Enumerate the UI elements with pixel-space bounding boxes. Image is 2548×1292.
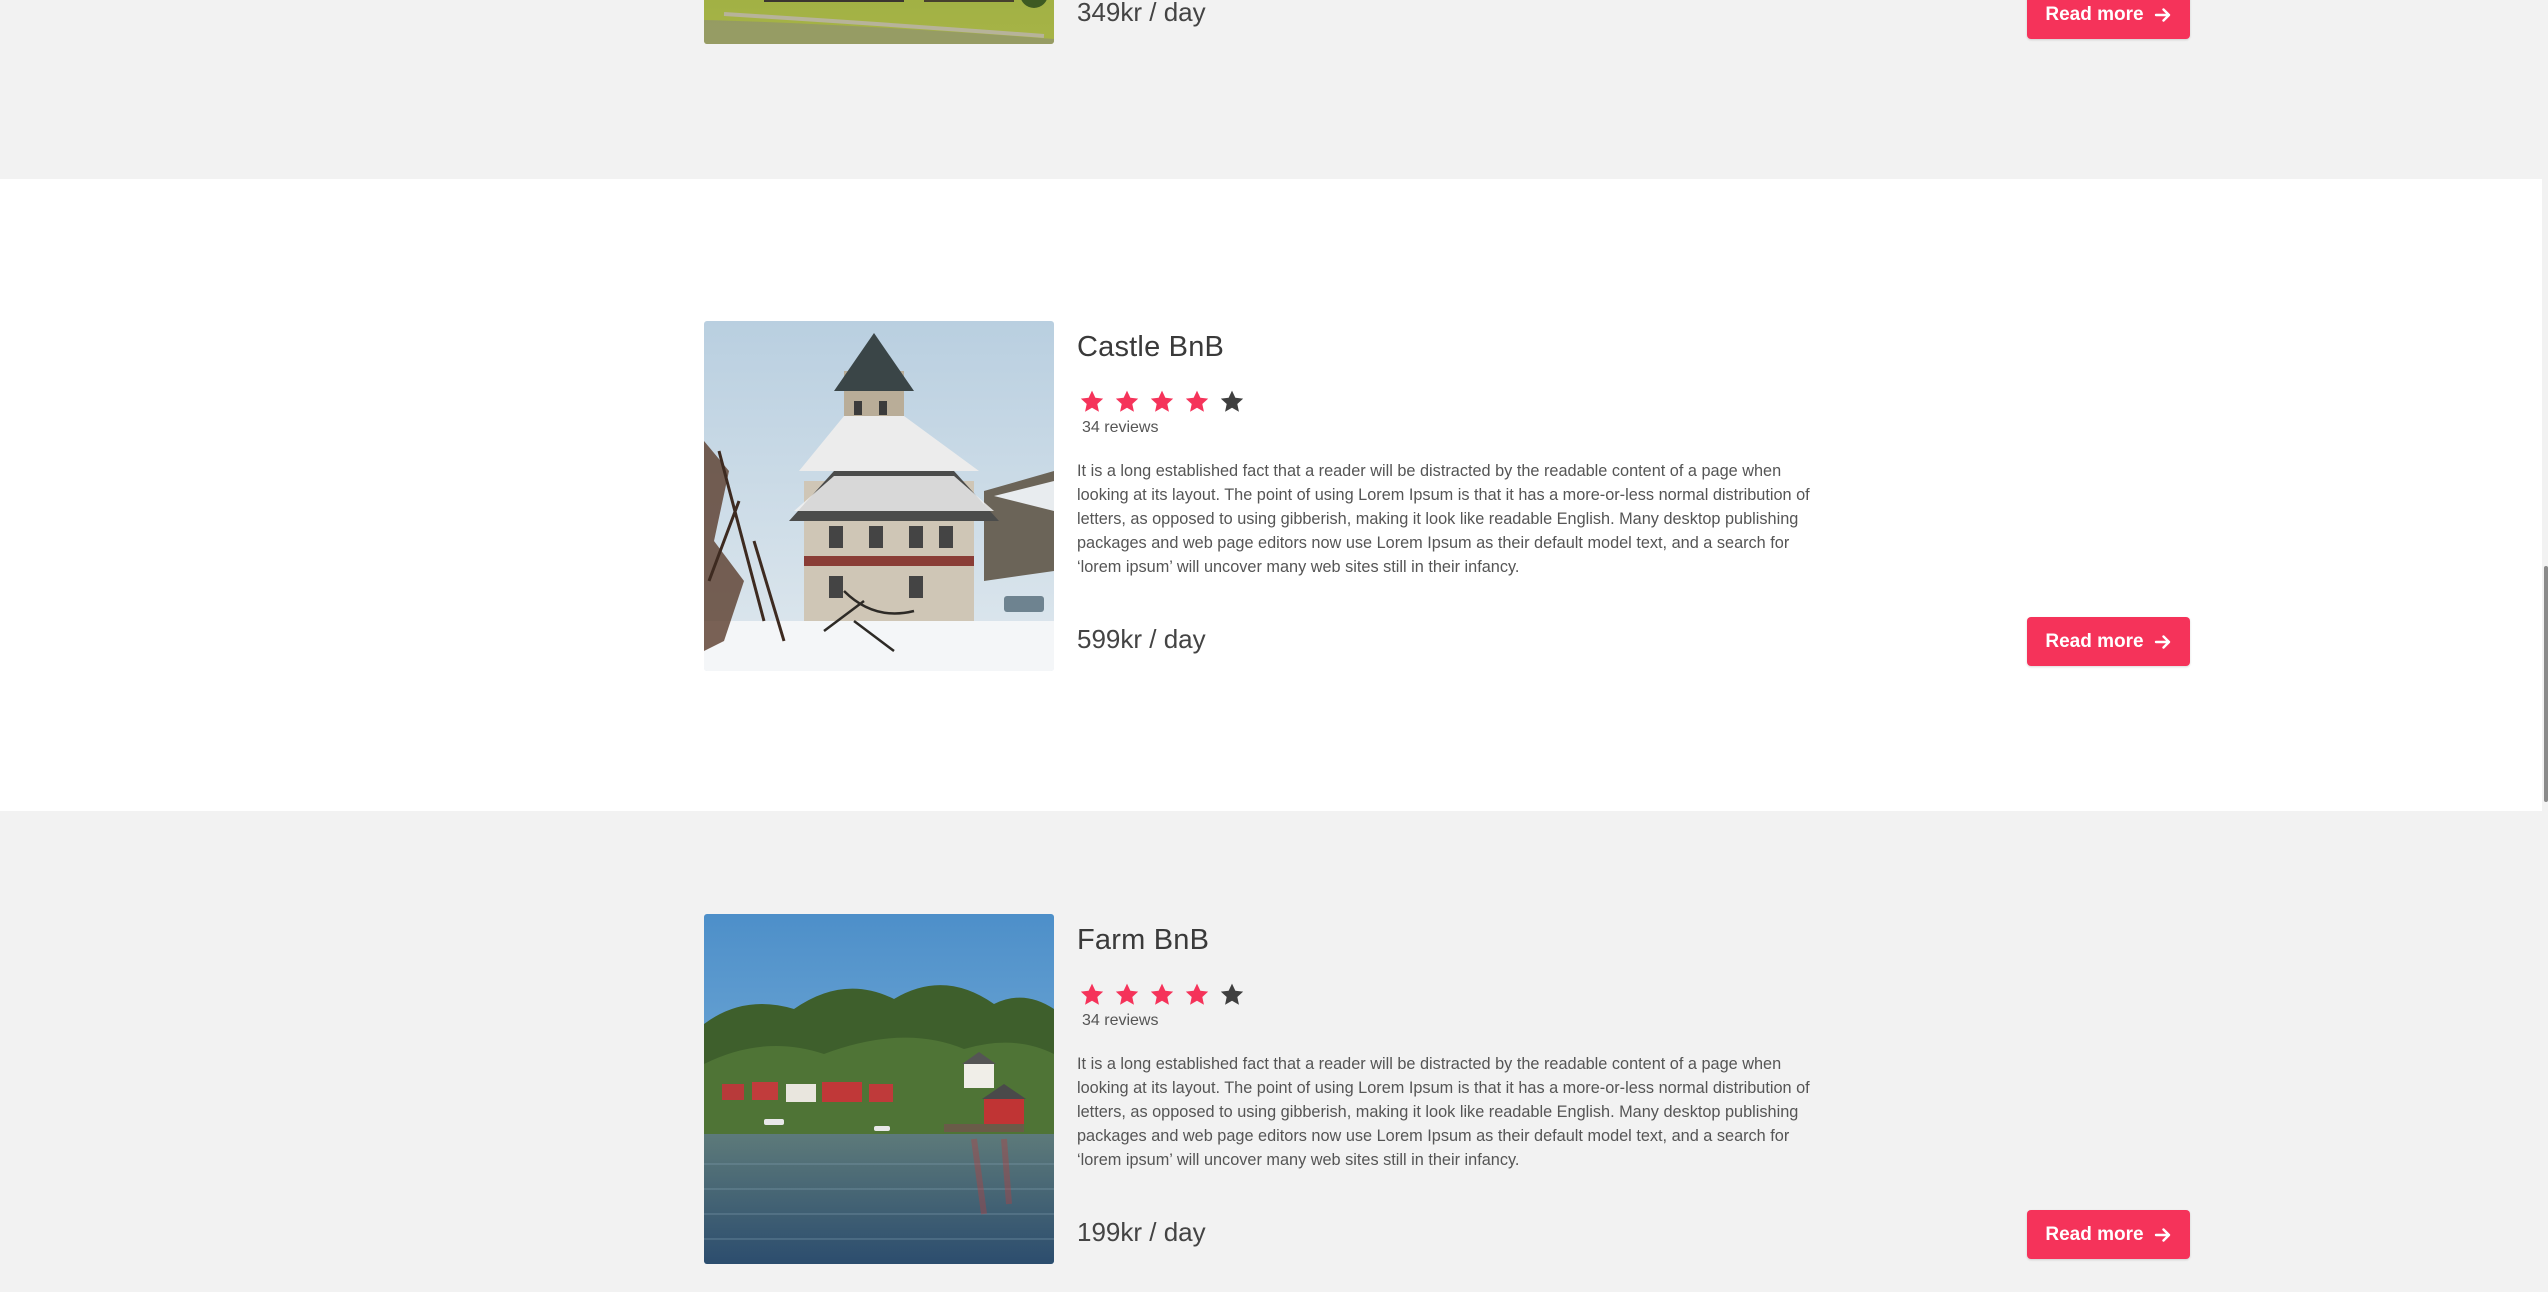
listing-title: Farm BnB [1077, 924, 1210, 956]
listing-price: 349kr / day [1077, 0, 1206, 27]
listing-body: Farm BnB 34 reviews It is a long establi… [1073, 914, 2190, 1264]
listing-card: Farm BnB 34 reviews It is a long establi… [704, 914, 2190, 1264]
read-more-label: Read more [2045, 3, 2144, 25]
listing-card: Castle BnB 34 reviews It is a long estab… [704, 321, 2190, 671]
scrollbar-track[interactable] [2542, 0, 2548, 1292]
star-empty-icon [1220, 390, 1244, 412]
arrow-right-icon [2154, 1227, 2170, 1242]
star-filled-icon [1150, 983, 1174, 1005]
review-count: 34 reviews [1082, 419, 1159, 436]
arrow-right-icon [2154, 634, 2170, 649]
green-lawn-photo [704, 0, 1054, 44]
star-filled-icon [1150, 390, 1174, 412]
read-more-label: Read more [2045, 630, 2144, 652]
star-filled-icon [1080, 983, 1104, 1005]
star-filled-icon [1115, 983, 1139, 1005]
fjord-farm-photo [704, 914, 1054, 1264]
star-filled-icon [1115, 390, 1139, 412]
listing-title: Castle BnB [1077, 331, 1225, 363]
page: 349kr / day Read more Castle BnB 34 revi… [0, 0, 2548, 1292]
star-rating [1079, 389, 1245, 415]
listing-card: 349kr / day Read more [704, 0, 2190, 44]
listing-description: It is a long established fact that a rea… [1077, 462, 1810, 576]
listing-body: Castle BnB 34 reviews It is a long estab… [1073, 321, 2190, 671]
star-filled-icon [1185, 390, 1209, 412]
star-rating [1079, 982, 1245, 1008]
read-more-label: Read more [2045, 1223, 2144, 1245]
read-more-button[interactable]: Read more [2027, 1210, 2190, 1259]
listing-description: It is a long established fact that a rea… [1077, 1055, 1810, 1169]
snowy-castle-photo [704, 321, 1054, 671]
listing-body: 349kr / day Read more [1073, 0, 2190, 44]
listing-price: 199kr / day [1077, 1217, 1206, 1247]
listing-price: 599kr / day [1077, 624, 1206, 654]
scrollbar-thumb[interactable] [2544, 566, 2548, 802]
listing-photo[interactable] [704, 321, 1054, 671]
listing-photo[interactable] [704, 914, 1054, 1264]
listing-photo[interactable] [704, 0, 1054, 44]
star-filled-icon [1185, 983, 1209, 1005]
read-more-button[interactable]: Read more [2027, 0, 2190, 39]
listing-section: 349kr / day Read more [0, 0, 2542, 179]
arrow-right-icon [2154, 7, 2170, 22]
star-filled-icon [1080, 390, 1104, 412]
read-more-button[interactable]: Read more [2027, 617, 2190, 666]
star-empty-icon [1220, 983, 1244, 1005]
review-count: 34 reviews [1082, 1012, 1159, 1029]
